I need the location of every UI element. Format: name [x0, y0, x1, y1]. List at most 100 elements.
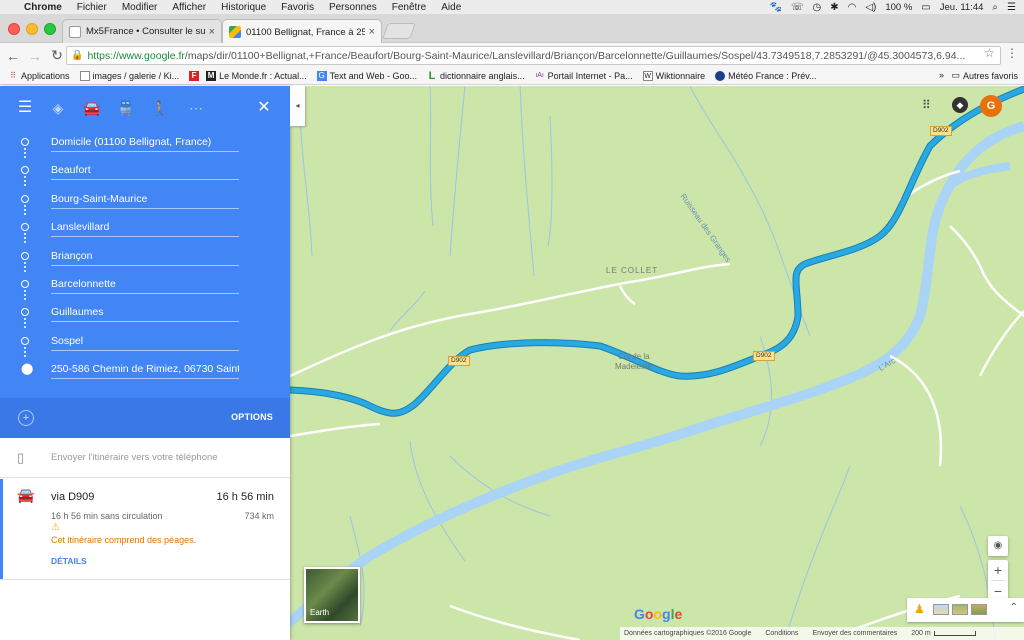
more-modes-icon[interactable]: ⋯ — [186, 98, 206, 118]
url-path: /maps/dir/01100+Bellignat,+France/Beaufo… — [184, 49, 966, 62]
car-mode-icon[interactable]: 🚘 — [82, 98, 102, 118]
send-to-phone-row[interactable]: ▯ Envoyer l'itinéraire vers votre téléph… — [0, 438, 290, 478]
zoom-window-button[interactable] — [44, 23, 56, 35]
my-location-button[interactable]: ◉ — [988, 536, 1008, 556]
menubar-clock[interactable]: Jeu. 11:44 — [940, 2, 984, 13]
stop-input[interactable]: Briançon — [51, 248, 239, 266]
close-icon[interactable]: ✕ — [254, 98, 274, 118]
menu-fenetre[interactable]: Fenêtre — [392, 2, 426, 13]
close-window-button[interactable] — [8, 23, 20, 35]
menu-modifier[interactable]: Modifier — [122, 2, 158, 13]
imagery-thumb-1[interactable] — [933, 604, 949, 615]
stream — [299, 115, 313, 257]
stop-input[interactable]: Beaufort — [51, 162, 239, 181]
stop-input[interactable]: Lanslevillard — [51, 219, 239, 238]
walking-mode-icon[interactable]: 🚶 — [150, 98, 170, 118]
bookmark-portail-internet[interactable]: ıAı Portail Internet - Pa... — [535, 71, 632, 81]
route-line[interactable] — [290, 86, 1024, 416]
stop-connector — [24, 261, 26, 272]
stop-input[interactable]: Sospel — [51, 333, 239, 351]
minimize-window-button[interactable] — [26, 23, 38, 35]
road — [889, 354, 943, 467]
close-icon[interactable]: × — [209, 26, 215, 38]
add-destination-icon[interactable]: + — [18, 410, 34, 426]
menu-favoris[interactable]: Favoris — [281, 2, 314, 13]
map-canvas[interactable]: LE COLLET Ruisseau des Granges Col de la… — [290, 86, 1024, 640]
stream — [547, 115, 553, 247]
chevron-up-icon[interactable]: ⌃ — [1010, 602, 1018, 613]
back-arrow-icon[interactable]: ← — [4, 48, 22, 64]
road — [618, 285, 636, 306]
imagery-thumb-2[interactable] — [952, 604, 968, 615]
stop-input[interactable]: Barcelonnette — [51, 276, 239, 294]
route-option-card[interactable]: 🚘 via D909 16 h 56 min 16 h 56 min sans … — [0, 479, 290, 579]
tab-google-maps[interactable]: 01100 Bellignat, France à 250 × — [222, 19, 382, 44]
spotlight-icon[interactable]: ⌕ — [992, 2, 998, 13]
options-button[interactable]: OPTIONS — [231, 412, 273, 422]
menu-chrome[interactable]: Chrome — [24, 2, 62, 13]
zoom-in-button[interactable]: + — [988, 560, 1008, 580]
clock-status-icon[interactable]: ◷ — [812, 2, 821, 13]
stop-row: ⬤ 250-586 Chemin de Rimiez, 06730 Saint — [0, 357, 290, 385]
stop-row: Barcelonnette — [0, 272, 290, 300]
bookmark-meteo-france[interactable]: Météo France : Prév... — [715, 71, 817, 81]
notifications-bell-icon[interactable]: ◆ — [952, 97, 968, 113]
chrome-menu-icon[interactable]: ⋮ — [1006, 46, 1018, 60]
bookmark-images-galerie[interactable]: images / galerie / Ki... — [79, 71, 179, 81]
new-tab-button[interactable] — [382, 23, 416, 39]
stop-dot-icon — [21, 138, 29, 146]
reload-icon[interactable]: ↻ — [48, 47, 66, 64]
terms-link[interactable]: Conditions — [765, 630, 798, 637]
close-icon[interactable]: × — [369, 26, 375, 38]
browser-toolbar: ← → ↻ 🔒 https://www.google.fr/maps/dir/0… — [0, 43, 1024, 68]
bookmark-le-monde[interactable]: M Le Monde.fr : Actual... — [206, 71, 307, 81]
stop-input[interactable]: Domicile (01100 Bellignat, France) — [51, 134, 239, 152]
stop-input[interactable]: Guillaumes — [51, 304, 239, 323]
mac-menubar: Chrome Fichier Modifier Afficher Histori… — [0, 0, 1024, 14]
volume-icon[interactable]: ◁) — [865, 2, 876, 13]
bookmark-wiktionnaire[interactable]: W Wiktionnaire — [642, 71, 705, 81]
forward-arrow-icon[interactable]: → — [26, 48, 44, 64]
wifi-icon[interactable]: ◠ — [848, 2, 857, 13]
menu-fichier[interactable]: Fichier — [77, 2, 107, 13]
my-location-icon: ◉ — [993, 540, 1003, 551]
details-link[interactable]: DÉTAILS — [51, 556, 87, 566]
imagery-thumb-3[interactable] — [971, 604, 987, 615]
bluetooth-icon[interactable]: ✱ — [830, 2, 838, 13]
destination-input[interactable]: 250-586 Chemin de Rimiez, 06730 Saint — [51, 361, 239, 380]
menu-personnes[interactable]: Personnes — [329, 2, 377, 13]
map-scale[interactable]: 200 m — [911, 630, 976, 637]
menu-afficher[interactable]: Afficher — [172, 2, 206, 13]
road — [949, 225, 1024, 317]
bookmarks-more-chevron[interactable]: » — [939, 70, 944, 80]
avatar[interactable]: G — [980, 95, 1002, 117]
bookmark-text-and-web[interactable]: G Text and Web - Goo... — [316, 71, 417, 81]
stop-dot-icon — [21, 194, 29, 203]
paw-icon[interactable]: 🐾 — [770, 2, 782, 13]
earth-view-toggle[interactable]: Earth — [304, 567, 360, 623]
best-route-icon[interactable]: ◈ — [48, 98, 68, 118]
other-bookmarks-folder[interactable]: ▭ Autres favoris — [951, 70, 1018, 81]
menu-hamburger-icon[interactable]: ☰ — [15, 98, 35, 118]
collapse-panel-button[interactable]: ◂ — [290, 86, 305, 126]
phone-status-icon[interactable]: ☏ — [791, 2, 804, 13]
notification-center-icon[interactable]: ☰ — [1007, 2, 1016, 13]
google-apps-icon[interactable]: ⠿ — [922, 98, 931, 112]
stop-row: Beaufort — [0, 158, 290, 187]
stop-input[interactable]: Bourg-Saint-Maurice — [51, 191, 239, 209]
bookmark-dictionnaire[interactable]: Ldictionnaire anglais... — [427, 71, 525, 82]
battery-icon[interactable]: ▭ — [921, 2, 930, 13]
menu-aide[interactable]: Aide — [441, 2, 461, 13]
bookmark-applications[interactable]: ⠿ Applications — [8, 71, 69, 81]
pegman-icon[interactable]: ♟ — [914, 602, 925, 616]
feedback-link[interactable]: Envoyer des commentaires — [812, 630, 897, 637]
transit-mode-icon[interactable]: 🚆 — [116, 98, 136, 118]
address-bar[interactable]: 🔒 https://www.google.fr/maps/dir/01100+B… — [66, 46, 1001, 65]
menu-historique[interactable]: Historique — [221, 2, 266, 13]
tab-mx5france[interactable]: Mx5France • Consulter le sujet × — [62, 19, 222, 43]
battery-percent[interactable]: 100 % — [885, 2, 912, 13]
options-row: + OPTIONS — [0, 398, 290, 438]
travel-mode-bar: ☰ ◈ 🚘 🚆 🚶 ⋯ ✕ — [0, 86, 290, 130]
bookmark-star-icon[interactable]: ☆ — [984, 46, 995, 60]
bookmark-le-monde-f[interactable]: F — [189, 71, 202, 81]
